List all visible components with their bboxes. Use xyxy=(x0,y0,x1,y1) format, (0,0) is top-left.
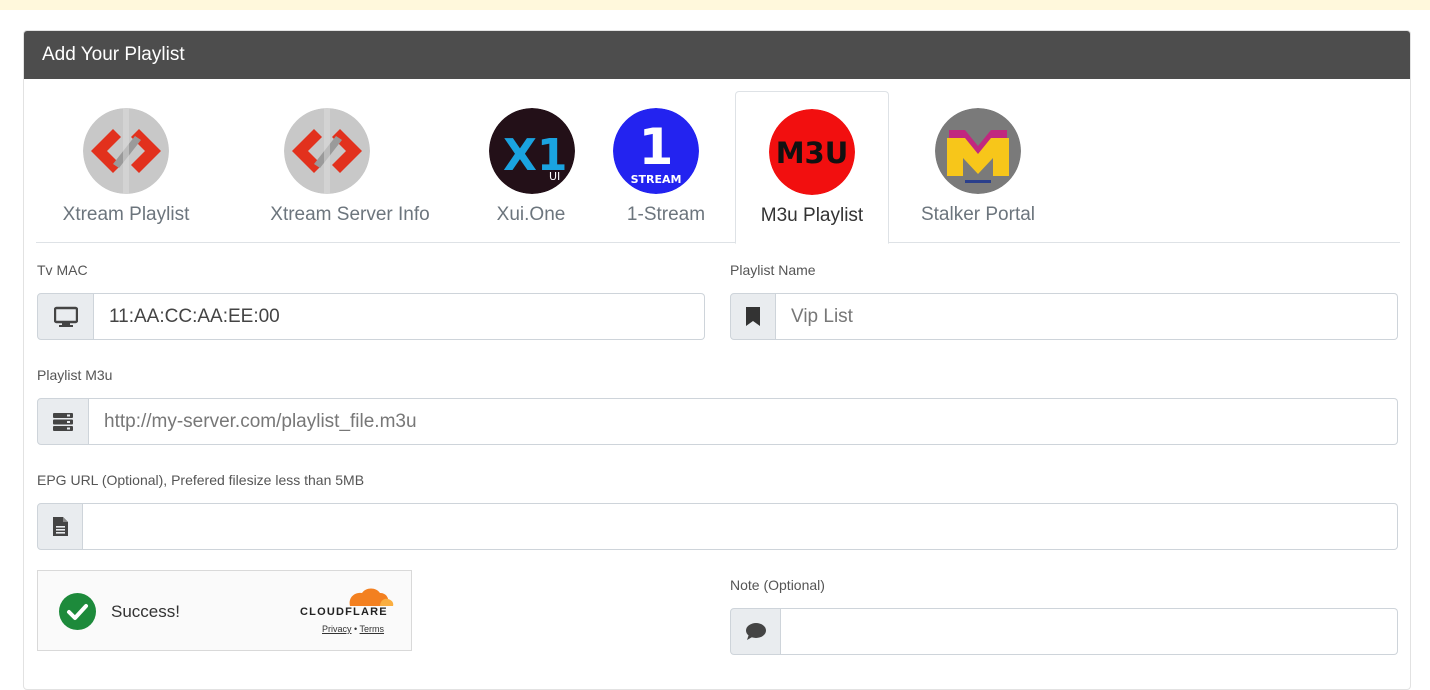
playlist-name-field[interactable] xyxy=(776,293,1398,340)
tab-1-stream[interactable]: 1 STREAM 1-Stream xyxy=(596,91,736,243)
tab-label: Stalker Portal xyxy=(920,204,1036,225)
svg-text:UI: UI xyxy=(549,170,560,183)
epg-url-label: EPG URL (Optional), Prefered filesize le… xyxy=(37,472,365,488)
captcha-status: Success! xyxy=(111,602,180,621)
svg-text:1: 1 xyxy=(639,118,674,176)
tab-xtream-playlist[interactable]: Xtream Playlist xyxy=(48,91,204,243)
epg-url-field[interactable] xyxy=(83,503,1398,550)
tab-stalker-portal[interactable]: Stalker Portal xyxy=(903,91,1053,243)
note-label: Note (Optional) xyxy=(730,577,825,593)
comment-icon xyxy=(730,608,781,655)
tab-xtream-server-info[interactable]: Xtream Server Info xyxy=(234,91,466,243)
playlist-m3u-field[interactable] xyxy=(89,398,1398,445)
tab-label: M3u Playlist xyxy=(760,205,864,226)
tab-label: 1-Stream xyxy=(626,204,706,225)
check-circle-icon xyxy=(59,593,96,630)
tv-mac-group xyxy=(37,293,705,340)
bookmark-icon xyxy=(730,293,776,340)
playlist-m3u-label: Playlist M3u xyxy=(37,367,113,383)
tab-label: Xui.One xyxy=(496,204,566,225)
card-title: Add Your Playlist xyxy=(24,31,1410,79)
one-stream-logo-icon: 1 STREAM xyxy=(613,108,699,194)
terms-link[interactable]: Terms xyxy=(360,624,385,634)
playlist-name-group xyxy=(730,293,1398,340)
svg-text:STREAM: STREAM xyxy=(631,173,682,186)
cloudflare-cloud-icon xyxy=(349,588,394,606)
xui-one-logo-icon: X1 UI xyxy=(489,108,575,194)
playlist-type-tabs: Xtream Playlist Xtream Server Info X1 UI… xyxy=(36,91,1400,244)
tab-xui-one[interactable]: X1 UI Xui.One xyxy=(466,91,596,243)
file-icon xyxy=(37,503,83,550)
add-playlist-card: Add Your Playlist Xtream Playlist Xtream… xyxy=(23,30,1411,690)
tab-m3u-playlist[interactable]: M3U M3u Playlist xyxy=(735,91,889,244)
m3u-logo-icon: M3U xyxy=(769,109,855,195)
cloudflare-captcha-widget[interactable]: Success! CLOUDFLARE Privacy • Terms xyxy=(37,570,412,651)
cloudflare-brand: CLOUDFLARE xyxy=(300,606,388,618)
tv-mac-label: Tv MAC xyxy=(37,262,88,278)
monitor-icon xyxy=(37,293,94,340)
stalker-portal-logo-icon xyxy=(935,108,1021,194)
playlist-name-label: Playlist Name xyxy=(730,262,816,278)
server-icon xyxy=(37,398,89,445)
link-separator: • xyxy=(354,624,358,634)
epg-url-group xyxy=(37,503,1398,550)
xtream-logo-icon xyxy=(284,108,370,194)
playlist-m3u-group xyxy=(37,398,1398,445)
privacy-link[interactable]: Privacy xyxy=(322,624,352,634)
note-field[interactable] xyxy=(781,608,1398,655)
tab-label: Xtream Playlist xyxy=(62,204,190,225)
xtream-logo-icon xyxy=(83,108,169,194)
tab-label: Xtream Server Info xyxy=(270,204,430,225)
tv-mac-field[interactable] xyxy=(94,293,705,340)
captcha-links: Privacy • Terms xyxy=(322,624,384,634)
svg-text:M3U: M3U xyxy=(776,136,849,170)
note-group xyxy=(730,608,1398,655)
top-notice-strip xyxy=(0,0,1430,10)
